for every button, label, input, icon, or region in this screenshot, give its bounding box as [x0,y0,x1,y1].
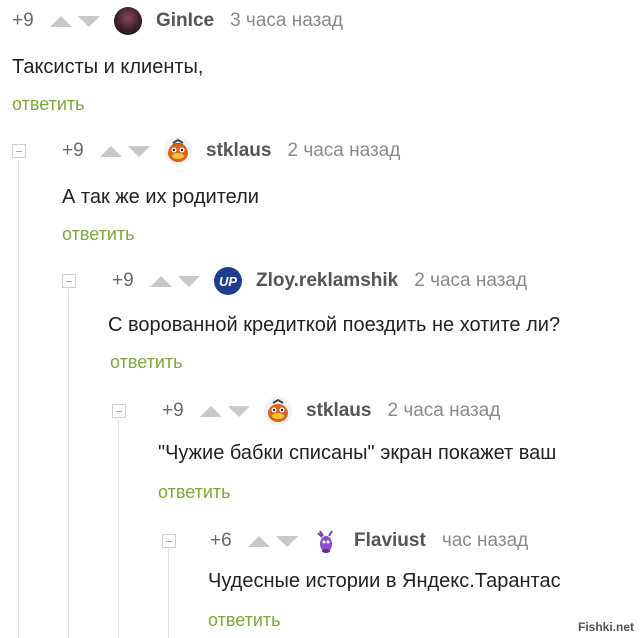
thread-line [168,548,169,638]
reply-link[interactable]: ответить [158,482,231,503]
cartoon-bird-icon [268,398,288,422]
avatar[interactable] [264,397,292,425]
comment-score: +9 [112,270,134,291]
cartoon-bird-icon [168,138,188,162]
up-logo-icon: UP [218,273,238,289]
purple-creature-icon [317,530,333,553]
comment-author[interactable]: Flaviust [354,530,426,552]
comment-author[interactable]: GinIce [156,10,214,32]
downvote-icon[interactable] [78,15,100,27]
upvote-icon[interactable] [100,145,122,157]
comment-text: С ворованной кредиткой поездить не хотит… [108,314,561,336]
comment-text: Таксисты и клиенты, [12,56,204,78]
collapse-toggle[interactable] [12,144,26,158]
reply-link[interactable]: ответить [110,352,183,373]
upvote-icon[interactable] [150,275,172,287]
comment-time[interactable]: 3 часа назад [230,10,343,32]
upvote-icon[interactable] [200,405,222,417]
comment-score: +6 [210,530,232,551]
comment-author[interactable]: Zloy.reklamshik [256,270,398,292]
comment-author[interactable]: stklaus [206,140,271,162]
comment-text: "Чужие бабки списаны" экран покажет ваш [158,442,557,464]
watermark: Fishki.net [577,620,634,634]
comment-author[interactable]: stklaus [306,400,371,422]
comment-time[interactable]: 2 часа назад [287,140,400,162]
upvote-icon[interactable] [248,535,270,547]
comment-time[interactable]: час назад [442,530,528,552]
avatar[interactable] [114,7,142,35]
thread-line [68,290,69,638]
downvote-icon[interactable] [128,145,150,157]
collapse-toggle[interactable] [112,404,126,418]
downvote-icon[interactable] [178,275,200,287]
reply-link[interactable]: ответить [208,610,281,631]
comment-time[interactable]: 2 часа назад [414,270,527,292]
upvote-icon[interactable] [50,15,72,27]
avatar[interactable] [164,137,192,165]
comment-text: А так же их родители [62,186,259,208]
downvote-icon[interactable] [276,535,298,547]
comment-score: +9 [62,140,84,161]
reply-link[interactable]: ответить [62,224,135,245]
avatar[interactable]: UP [214,267,242,295]
comment-time[interactable]: 2 часа назад [387,400,500,422]
collapse-toggle[interactable] [62,274,76,288]
comment-score: +9 [12,10,34,31]
comment-score: +9 [162,400,184,421]
comment-text: Чудесные истории в Яндекс.Тарантас [208,570,561,592]
avatar[interactable] [312,527,340,555]
downvote-icon[interactable] [228,405,250,417]
thread-line [18,160,19,638]
collapse-toggle[interactable] [162,534,176,548]
thread-line [118,420,119,638]
reply-link[interactable]: ответить [12,94,85,115]
